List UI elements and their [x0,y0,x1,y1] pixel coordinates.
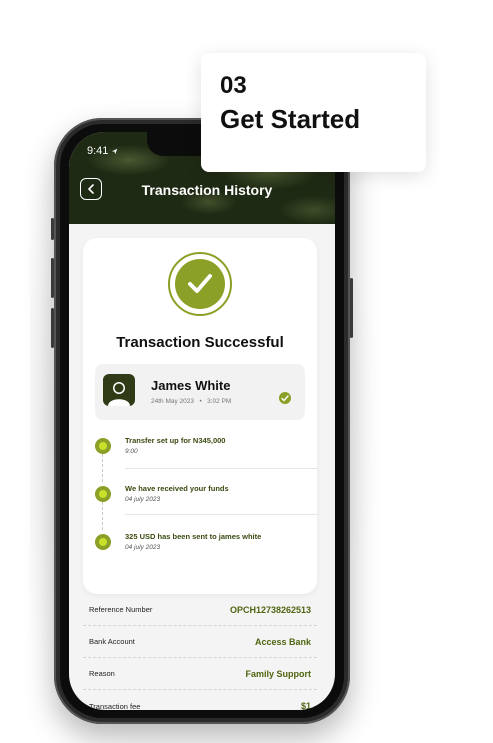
recipient-date: 24th May 2023 [151,398,195,405]
page-title: Transaction History [141,182,273,198]
timeline-dot-icon [95,486,111,502]
avatar [103,374,135,406]
detail-label: Reason [89,669,115,678]
phone-mockup: 9:41 Transaction History Transaction Suc… [51,118,353,724]
status-time-text: 9:41 [87,145,109,157]
mute-switch [51,218,54,240]
detail-label: Transaction fee [89,701,141,711]
verified-icon [279,392,291,404]
volume-up-button [51,258,54,298]
detail-value: OPCH12738262513 [229,604,311,615]
meta-separator: • [199,398,202,405]
receipt-card: Transaction Successful James White 24th … [83,238,317,594]
location-arrow-icon [112,148,118,154]
detail-row-fee: Transaction fee $1 [83,690,317,710]
detail-value: $1 [300,701,311,710]
phone-screen: 9:41 Transaction History Transaction Suc… [69,132,335,710]
timeline-subtitle: 04 july 2023 [125,544,161,551]
user-icon [108,382,130,406]
timeline-title: Transfer set up for N345,000 [125,436,226,445]
success-badge [168,252,232,316]
detail-row-reason: Reason Family Support [83,658,317,690]
detail-value: Access Bank [254,636,311,647]
success-title: Transaction Successful [116,334,284,351]
timeline-title: 325 USD has been sent to james white [125,532,262,541]
step-number: 03 [220,72,247,99]
detail-value: Family Support [245,668,311,679]
timeline-item: We have received your funds 04 july 2023 [83,484,317,528]
timeline-dot-icon [95,534,111,550]
status-time: 9:41 [87,145,118,157]
checkmark-icon [188,274,212,293]
timeline-item: Transfer set up for N345,000 9:00 [83,436,317,480]
detail-row-reference: Reference Number OPCH12738262513 [83,594,317,626]
power-button [350,278,353,338]
divider [125,514,317,515]
timeline-title: We have received your funds [125,484,229,493]
detail-label: Reference Number [89,605,153,614]
recipient-time: 3:02 PM [207,398,232,405]
step-callout: 03 Get Started [201,53,426,172]
checkmark-small-icon [281,394,289,402]
volume-down-button [51,308,54,348]
check-circle-icon [175,259,225,309]
divider [125,468,317,469]
detail-row-bank: Bank Account Access Bank [83,626,317,658]
detail-label: Bank Account [89,637,135,646]
recipient-name: James White [151,378,231,393]
step-title: Get Started [220,104,361,134]
timeline-item: 325 USD has been sent to james white 04 … [83,532,317,576]
timeline-subtitle: 9:00 [125,448,138,455]
timeline-subtitle: 04 july 2023 [125,496,161,503]
recipient-card: James White 24th May 2023 • 3:02 PM [95,364,305,420]
recipient-meta: 24th May 2023 • 3:02 PM [151,398,231,405]
timeline-dot-icon [95,438,111,454]
